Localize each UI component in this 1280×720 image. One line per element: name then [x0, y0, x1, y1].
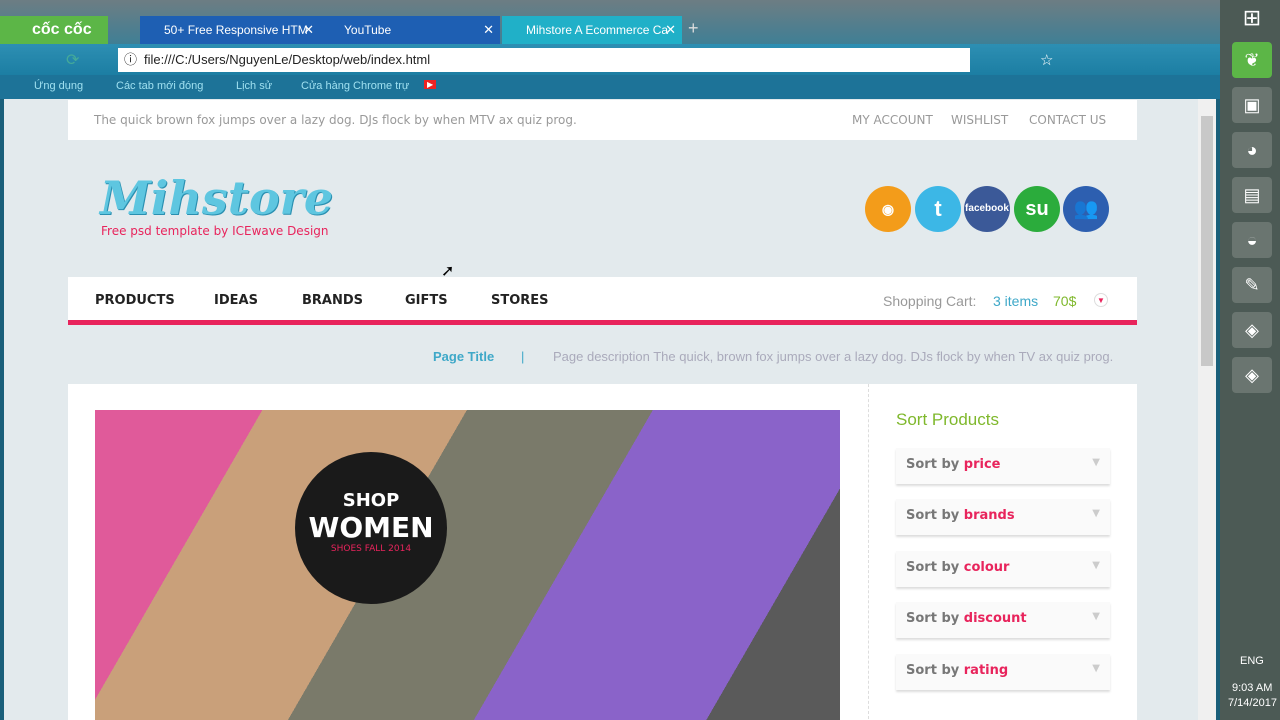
- close-icon[interactable]: ✕: [665, 16, 676, 44]
- tab-mihstore[interactable]: Mihstore A Ecommerce Ca ✕: [502, 16, 682, 44]
- dropdown-arrow-icon: ▼: [1092, 560, 1100, 571]
- app2-taskbar-icon[interactable]: ◈: [1232, 312, 1272, 348]
- stumbleupon-icon[interactable]: su: [1014, 186, 1060, 232]
- browser-logo[interactable]: cốc cốc: [0, 16, 108, 44]
- main-content: SHOP WOMEN SHOES FALL 2014 Sort Products…: [68, 384, 1137, 720]
- app3-taskbar-icon[interactable]: ◈: [1232, 357, 1272, 393]
- bookmarks-bar: Ứng dụng Các tab mới đóng Lịch sử Cửa hà…: [0, 75, 1220, 99]
- my-account-link[interactable]: MY ACCOUNT: [852, 113, 933, 127]
- nav-stores[interactable]: STORES: [491, 293, 549, 308]
- sort-key: discount: [963, 611, 1027, 626]
- scrollbar-thumb[interactable]: [1201, 116, 1213, 366]
- bookmark-recent-tabs[interactable]: Các tab mới đóng: [116, 80, 203, 92]
- shop-women-badge[interactable]: SHOP WOMEN SHOES FALL 2014: [295, 452, 447, 604]
- eclipse-taskbar-icon[interactable]: ◒: [1232, 222, 1272, 258]
- clock-date[interactable]: 7/14/2017: [1228, 697, 1277, 709]
- reload-icon[interactable]: ⟳: [66, 50, 79, 70]
- app-taskbar-icon[interactable]: ▣: [1232, 87, 1272, 123]
- divider: [868, 384, 869, 720]
- folder-taskbar-icon[interactable]: ▤: [1232, 177, 1272, 213]
- bookmark-chrome-store[interactable]: Cửa hàng Chrome trự: [301, 80, 409, 92]
- sort-brands[interactable]: Sort by brands ▼: [896, 499, 1110, 535]
- tab-label: YouTube: [344, 23, 392, 37]
- new-tab-button[interactable]: +: [688, 18, 699, 39]
- tab-label: Mihstore A Ecommerce Ca: [526, 23, 669, 37]
- tab-responsive[interactable]: 50+ Free Responsive HTM ✕: [140, 16, 320, 44]
- chrome-taskbar-icon[interactable]: ◕: [1232, 132, 1272, 168]
- sort-prefix: Sort by: [906, 508, 960, 523]
- main-nav: PRODUCTS IDEAS BRANDS GIFTS STORES Shopp…: [68, 277, 1137, 325]
- nav-ideas[interactable]: IDEAS: [214, 293, 258, 308]
- sort-discount[interactable]: Sort by discount ▼: [896, 602, 1110, 638]
- web-page: The quick brown fox jumps over a lazy do…: [4, 99, 1198, 720]
- rss-icon[interactable]: ◉: [865, 186, 911, 232]
- coccoc-taskbar-icon[interactable]: ❦: [1232, 42, 1272, 78]
- sort-colour[interactable]: Sort by colour ▼: [896, 551, 1110, 587]
- top-bar: The quick brown fox jumps over a lazy do…: [68, 100, 1137, 140]
- page-description: Page description The quick, brown fox ju…: [553, 349, 1114, 364]
- language-indicator[interactable]: ENG: [1240, 655, 1264, 667]
- page-title: Page Title: [433, 349, 495, 364]
- cart-total: 70$: [1053, 293, 1077, 309]
- cart-items[interactable]: 3 items: [993, 293, 1038, 309]
- separator: |: [521, 349, 525, 364]
- sort-prefix: Sort by: [906, 663, 960, 678]
- sort-key: price: [963, 457, 1001, 472]
- cart-label: Shopping Cart:: [883, 293, 977, 309]
- contact-us-link[interactable]: CONTACT US: [1029, 113, 1106, 127]
- sort-key: rating: [963, 663, 1009, 678]
- banner-image[interactable]: SHOP WOMEN SHOES FALL 2014: [95, 410, 840, 720]
- dropdown-arrow-icon: ▼: [1092, 508, 1100, 519]
- myspace-icon[interactable]: 👥: [1063, 186, 1109, 232]
- close-icon[interactable]: ✕: [303, 16, 314, 44]
- logo[interactable]: Mihstore: [100, 171, 333, 225]
- bookmark-history[interactable]: Lịch sử: [236, 80, 272, 92]
- facebook-icon[interactable]: facebook: [964, 186, 1010, 232]
- tab-youtube[interactable]: YouTube ✕: [320, 16, 500, 44]
- sort-prefix: Sort by: [906, 457, 960, 472]
- sort-prefix: Sort by: [906, 560, 960, 575]
- tagline: The quick brown fox jumps over a lazy do…: [94, 113, 577, 127]
- dropdown-arrow-icon: ▼: [1092, 457, 1100, 468]
- twitter-icon[interactable]: t: [915, 186, 961, 232]
- star-icon[interactable]: ☆: [1040, 51, 1053, 69]
- cart-dropdown-icon[interactable]: ▼: [1094, 293, 1108, 307]
- youtube-icon[interactable]: ▶: [424, 80, 437, 89]
- tools-taskbar-icon[interactable]: ✎: [1232, 267, 1272, 303]
- nav-products[interactable]: PRODUCTS: [95, 293, 175, 308]
- wishlist-link[interactable]: WISHLIST: [951, 113, 1008, 127]
- nav-brands[interactable]: BRANDS: [302, 293, 363, 308]
- banner-line1: SHOP: [342, 490, 400, 511]
- clock-time[interactable]: 9:03 AM: [1232, 682, 1272, 694]
- sort-key: brands: [963, 508, 1015, 523]
- sort-rating[interactable]: Sort by rating ▼: [896, 654, 1110, 690]
- info-icon: ⓘ: [124, 52, 138, 67]
- dropdown-arrow-icon: ▼: [1092, 663, 1100, 674]
- sort-price[interactable]: Sort by price ▼: [896, 448, 1110, 484]
- nav-gifts[interactable]: GIFTS: [405, 293, 448, 308]
- close-icon[interactable]: ✕: [483, 16, 494, 44]
- bookmark-apps[interactable]: Ứng dụng: [34, 80, 83, 92]
- banner-line3: SHOES FALL 2014: [330, 544, 412, 554]
- dropdown-arrow-icon: ▼: [1092, 611, 1100, 622]
- sort-key: colour: [963, 560, 1010, 575]
- banner-line2: WOMEN: [308, 511, 434, 544]
- windows-start-icon[interactable]: ⊞: [1232, 0, 1272, 36]
- url-text: file:///C:/Users/NguyenLe/Desktop/web/in…: [144, 52, 431, 67]
- sort-title: Sort Products: [896, 410, 999, 429]
- address-bar[interactable]: ⓘ file:///C:/Users/NguyenLe/Desktop/web/i…: [118, 48, 970, 72]
- logo-subtitle: Free psd template by ICEwave Design: [101, 224, 329, 238]
- tab-label: 50+ Free Responsive HTM: [164, 23, 308, 37]
- sort-prefix: Sort by: [906, 611, 960, 626]
